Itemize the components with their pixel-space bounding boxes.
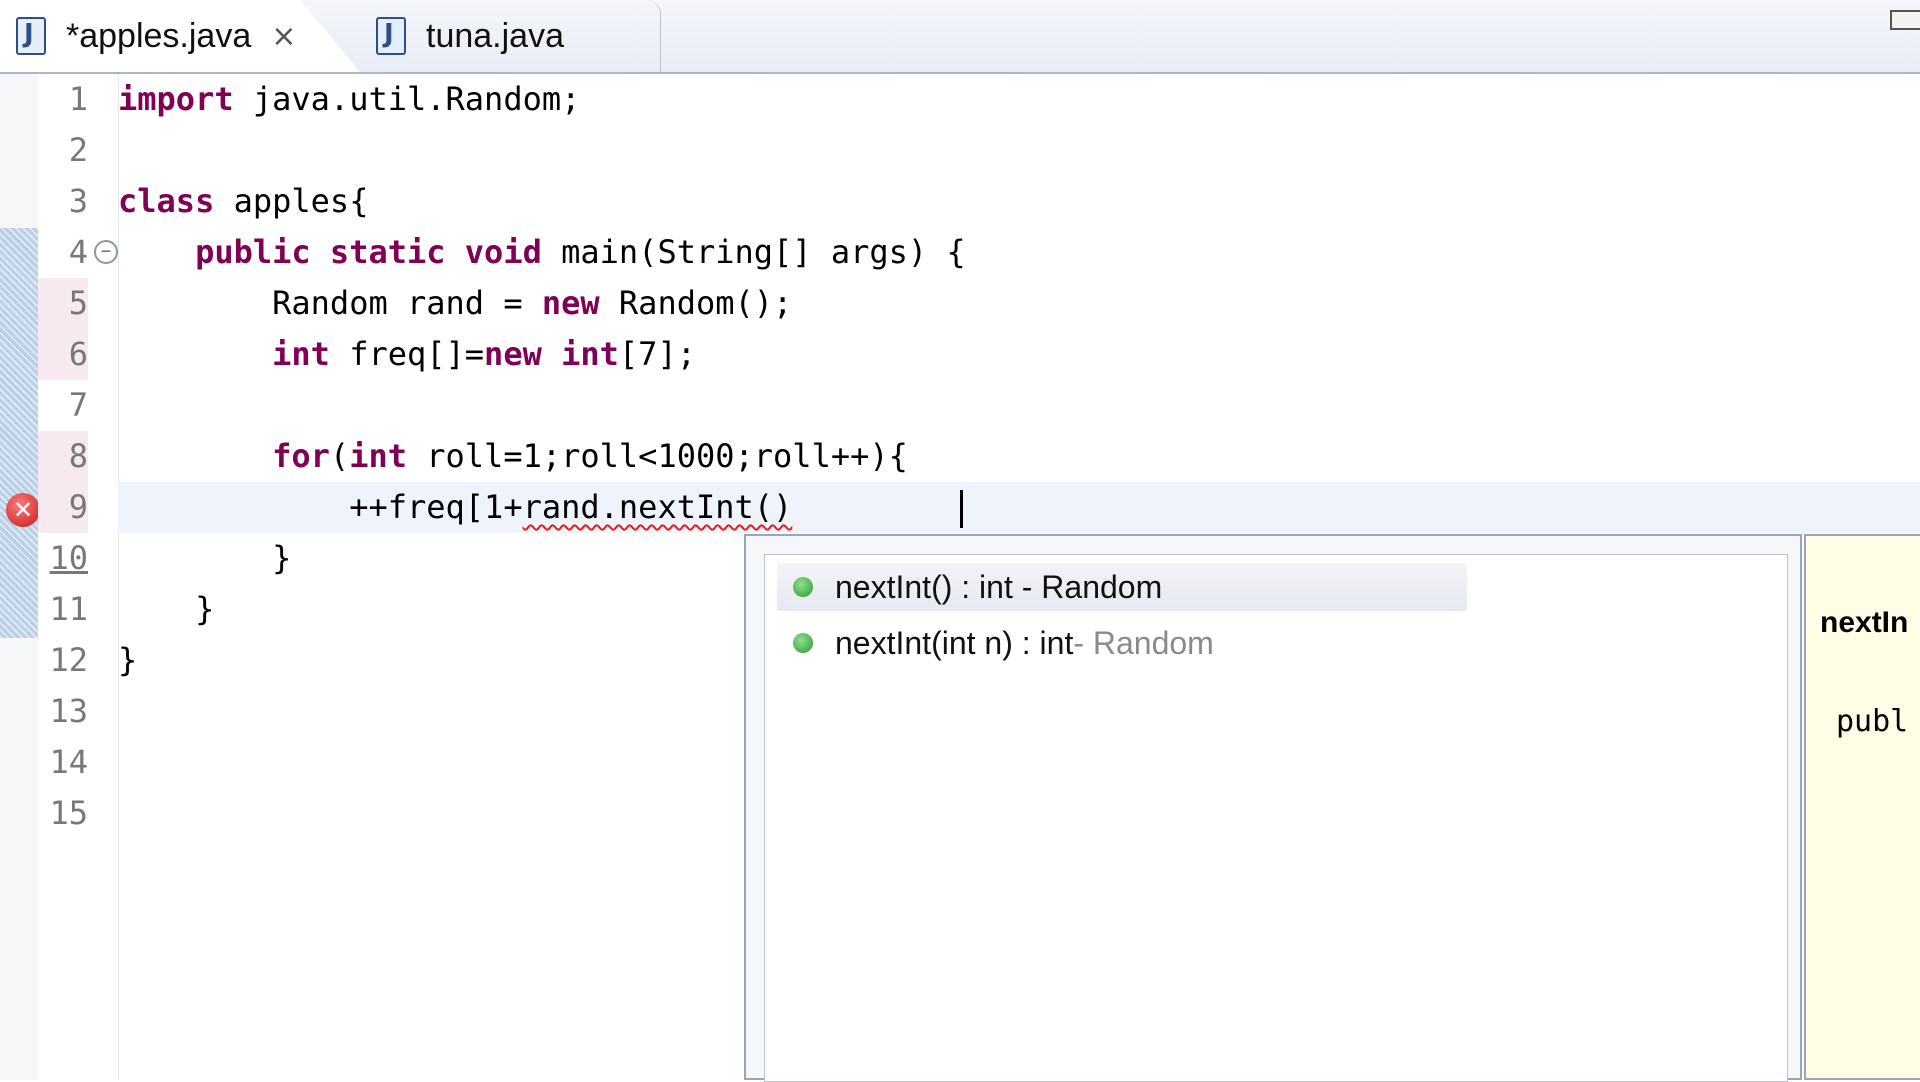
keyword: int [272,335,330,373]
keyword: class [118,182,215,220]
overview-ruler [0,74,39,1080]
line-number: 14 [49,743,88,781]
line-number: 4 [68,233,88,271]
public-method-icon [793,577,813,597]
keyword: public [195,233,311,271]
javadoc-title: nextIn [1820,606,1909,639]
keyword: new [484,335,542,373]
code-line: } [118,590,215,628]
tab-tuna-java[interactable]: tuna.java [360,0,661,72]
keyword: void [464,233,542,271]
text-caret [960,490,963,528]
keyword: int [349,437,407,475]
proposal-item[interactable]: nextInt(int n) : int - Random [777,619,1214,667]
proposal-label: nextInt() : int - Random [835,568,1163,605]
code-line: } [118,641,138,679]
keyword: new [541,284,600,322]
line-number: 10 [49,539,88,577]
line-number: 15 [49,794,88,832]
code-line: int freq[]=new int[7]; [118,329,696,380]
content-assist-popup[interactable]: nextInt() : int - Random nextInt(int n) … [744,534,1802,1082]
javadoc-signature: publ [1836,704,1909,739]
code-text: java.util.Random; [233,80,581,118]
java-file-icon [376,17,406,55]
code-line: for(int roll=1;roll<1000;roll++){ [118,431,908,482]
code-text: ++freq[1+ [118,488,523,526]
code-line: class apples{ [118,176,368,227]
code-line: } [118,539,292,577]
keyword: for [272,437,330,475]
tab-apples-java[interactable]: *apples.java × [0,0,360,72]
proposal-list[interactable]: nextInt() : int - Random nextInt(int n) … [764,554,1788,1082]
code-text: ( [329,437,350,475]
line-number: 9 [38,482,88,533]
line-number: 11 [49,590,88,628]
tab-label: tuna.java [426,16,564,55]
code-text: roll=1;roll<1000;roll++){ [406,437,908,475]
code-line: import java.util.Random; [118,74,580,125]
proposal-item[interactable]: nextInt() : int - Random [777,563,1467,611]
proposal-label: nextInt(int n) : int [835,624,1074,661]
javadoc-hover-panel: nextIn publ [1804,534,1920,1080]
line-number: 2 [68,131,88,169]
code-text: Random(); [599,284,793,322]
quick-diff-band [0,228,38,638]
line-number: 3 [68,182,88,220]
code-text: [7]; [618,335,696,373]
code-line: Random rand = new Random(); [118,278,792,329]
keyword: import [118,80,234,118]
minimize-icon[interactable] [1890,10,1920,30]
line-number: 12 [49,641,88,679]
line-number: 8 [38,431,88,482]
line-number: 1 [68,80,88,118]
line-number: 7 [68,386,88,424]
keyword: static [329,233,446,271]
code-line: ++freq[1+rand.nextInt() [118,482,792,533]
line-number: 6 [38,329,88,380]
line-number: 13 [49,692,88,730]
line-number-gutter: 1 2 3 4 5 6 7 8 9 10 11 12 13 14 15 − [38,74,119,1080]
keyword: int [561,335,619,373]
editor-tab-bar: *apples.java × tuna.java [0,0,1920,74]
code-text: main(String[] args) { [541,233,966,271]
error-icon[interactable]: ✕ [6,493,40,527]
error-squiggle: rand.nextInt() [522,488,793,526]
close-icon[interactable]: × [271,19,296,54]
proposal-declaring-type: - Random [1073,624,1214,661]
code-text: freq[]= [329,335,485,373]
java-file-icon [16,17,46,55]
code-text: Random rand = [118,284,542,322]
public-method-icon [793,633,813,653]
line-number: 5 [38,278,88,329]
code-text: apples{ [214,182,369,220]
fold-collapse-icon[interactable]: − [94,240,118,264]
tab-label: *apples.java [66,16,252,55]
code-line: public static void main(String[] args) { [118,227,966,278]
